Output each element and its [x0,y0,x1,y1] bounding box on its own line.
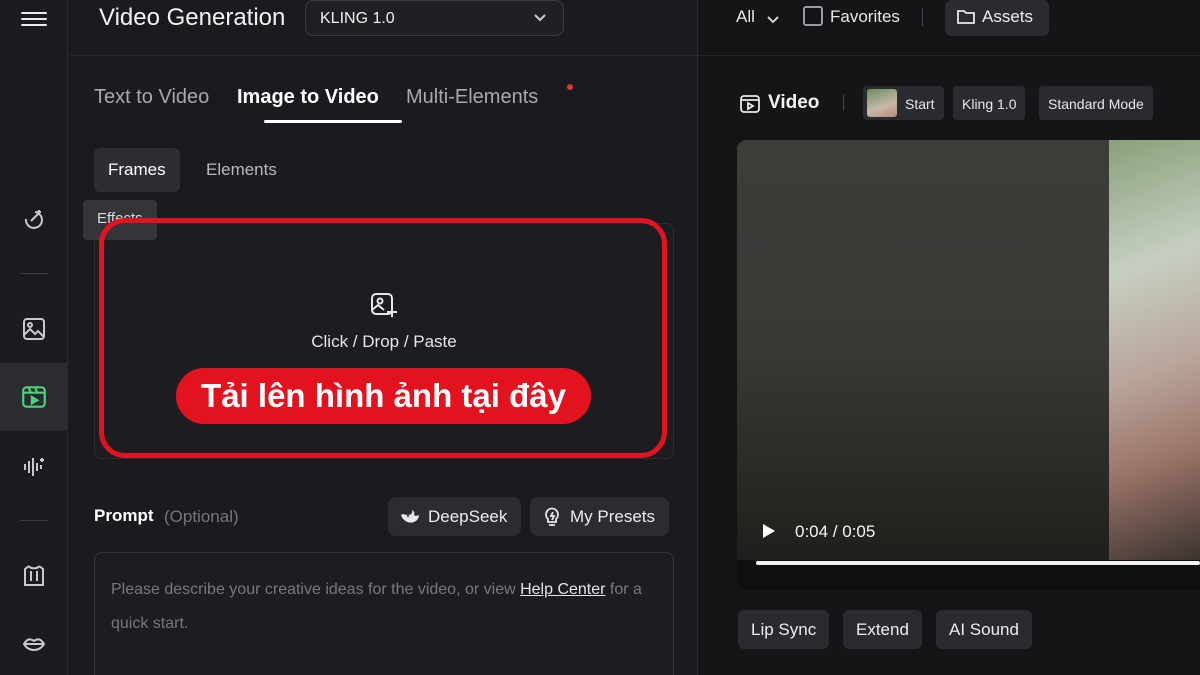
chevron-down-icon [533,10,547,29]
effects-icon[interactable] [18,204,50,236]
help-center-link[interactable]: Help Center [520,581,605,598]
whale-icon [399,505,421,532]
my-presets-label: My Presets [570,507,656,526]
deepseek-button[interactable]: DeepSeek [388,497,522,536]
image-icon[interactable] [18,313,50,345]
extend-button[interactable]: Extend [843,610,922,649]
lip-sync-button[interactable]: Lip Sync [738,610,830,649]
toolbar-divider [922,8,923,26]
prompt-optional-label: (Optional) [164,507,239,526]
tab-multi-elements[interactable]: Multi-Elements [406,86,538,109]
chip-start-label: Start [905,96,935,112]
prompt-placeholder: Please describe your creative ideas for … [111,581,521,598]
video-icon[interactable] [18,381,50,413]
video-player[interactable]: 0:04 / 0:05 [737,140,1200,590]
chevron-down-icon [766,11,780,31]
model-chip[interactable]: Kling 1.0 [953,86,1026,120]
title-divider [843,95,844,111]
annotation-label: Tải lên hình ảnh tại đây [176,368,591,424]
assets-button[interactable]: Assets [945,0,1049,36]
my-presets-button[interactable]: My Presets [530,497,670,536]
video-icon [739,93,761,120]
deepseek-label: DeepSeek [428,507,508,526]
favorites-checkbox[interactable] [803,6,823,26]
left-rail [0,0,68,675]
filter-dropdown[interactable]: All [736,7,779,27]
rail-divider [20,520,48,521]
new-badge-dot [567,84,573,90]
tab-image-to-video[interactable]: Image to Video [237,86,379,109]
menu-icon[interactable] [21,8,47,28]
results-toolbar: All Favorites Assets [698,0,1200,56]
panel-header: Video Generation KLING 1.0 [68,0,698,56]
subtab-frames[interactable]: Frames [94,148,180,192]
clothing-icon[interactable] [18,560,50,592]
subtab-elements[interactable]: Elements [192,148,291,192]
model-select[interactable]: KLING 1.0 [305,0,564,36]
assets-label: Assets [982,7,1034,26]
ai-sound-button[interactable]: AI Sound [936,610,1032,649]
playback-time: 0:04 / 0:05 [795,522,876,541]
folder-icon [956,8,976,31]
start-frame-chip[interactable]: Start [863,86,944,120]
mode-chip[interactable]: Standard Mode [1039,86,1153,120]
prompt-label: Prompt [94,506,154,525]
audio-icon[interactable] [18,451,50,483]
rail-divider [20,273,48,274]
play-icon[interactable] [761,522,777,545]
active-tab-indicator [264,120,402,123]
prompt-input[interactable]: Please describe your creative ideas for … [94,552,674,675]
start-frame-thumbnail [867,89,897,117]
video-frame [737,140,1109,590]
results-panel: All Favorites Assets Video Start Kling 1… [698,0,1200,675]
lips-icon[interactable] [18,628,50,660]
video-image [1109,140,1200,560]
page-title: Video Generation [99,4,286,31]
tab-text-to-video[interactable]: Text to Video [94,86,209,109]
video-section-title: Video [768,92,820,113]
progress-bar[interactable] [756,561,1200,565]
model-select-value: KLING 1.0 [320,10,395,27]
favorites-label: Favorites [830,7,900,26]
filter-value: All [736,7,755,26]
lightbulb-icon [541,505,563,532]
